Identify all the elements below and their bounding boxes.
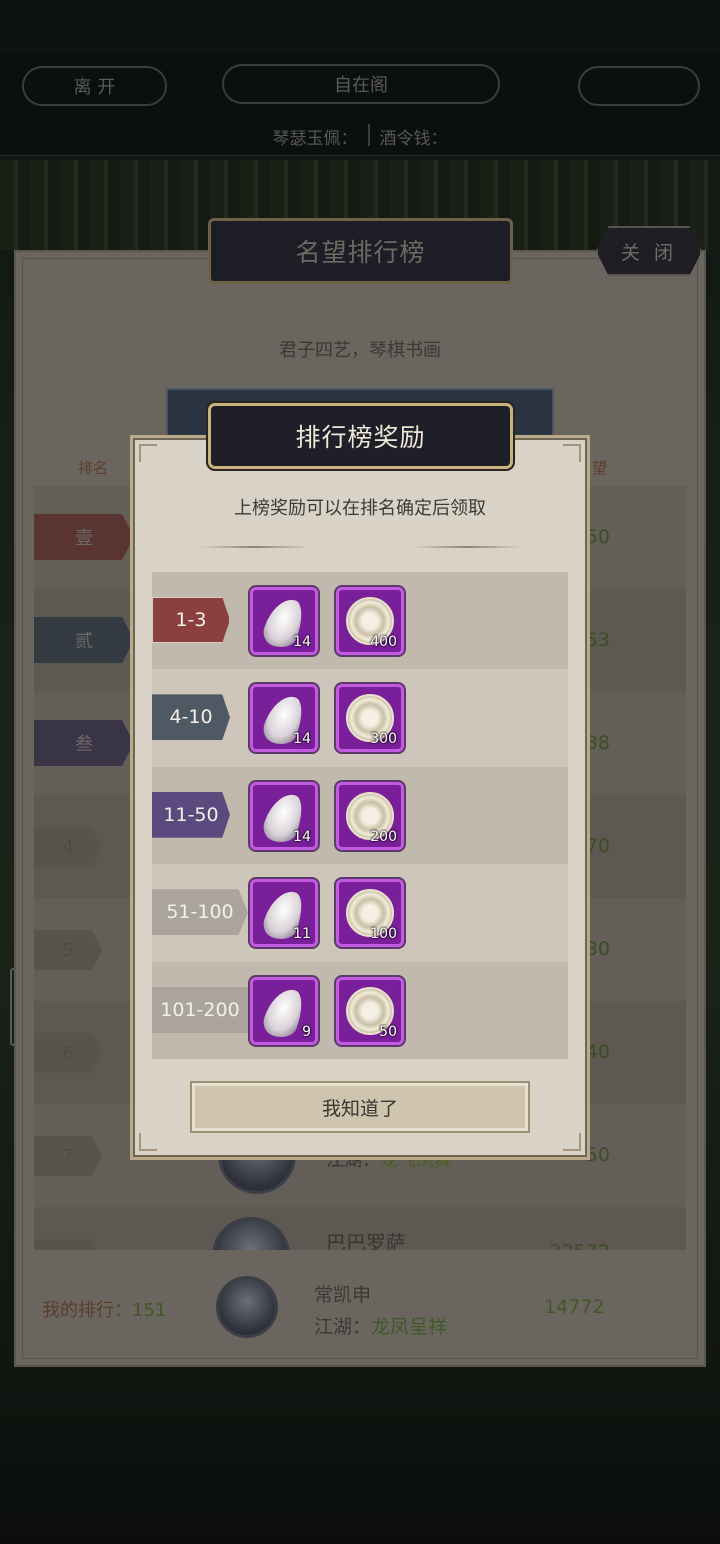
reward-row: 4-10 14 300 bbox=[152, 669, 568, 767]
reward-item[interactable]: 50 bbox=[336, 976, 404, 1045]
reward-row: 51-100 11 100 bbox=[152, 864, 568, 962]
corner-ornament bbox=[563, 1133, 581, 1151]
tier-badge: 101-200 bbox=[152, 986, 248, 1033]
side-handle[interactable] bbox=[10, 968, 16, 1046]
reward-item[interactable]: 11 bbox=[250, 879, 318, 948]
tier-badge: 4-10 bbox=[152, 694, 230, 741]
column-score-header: 望 bbox=[592, 459, 608, 477]
reward-item[interactable]: 14 bbox=[250, 684, 318, 753]
my-avatar[interactable] bbox=[216, 1276, 278, 1338]
ranking-subtitle: 君子四艺，琴棋书画 bbox=[279, 340, 441, 361]
currency-bar: 琴瑟玉佩： 酒令钱： bbox=[0, 124, 720, 149]
item-quantity: 14 bbox=[293, 634, 311, 650]
row-name: 巴巴罗萨 bbox=[326, 1231, 406, 1250]
rank-number: 6 bbox=[34, 1033, 102, 1073]
corner-ornament bbox=[139, 1133, 157, 1151]
item-quantity: 9 bbox=[302, 1023, 311, 1040]
row-score: 22572 bbox=[550, 1241, 610, 1250]
currency-jade-label: 琴瑟玉佩： bbox=[272, 129, 358, 149]
top-bar: 离 开 自在阁 琴瑟玉佩： 酒令钱： bbox=[0, 52, 720, 156]
close-button[interactable]: 关 闭 bbox=[596, 226, 702, 276]
rank-number: 4 bbox=[34, 827, 102, 867]
corner-ornament bbox=[139, 444, 157, 462]
reward-list: 1-3 14 400 4-10 14 300 11-50 14 200 51-1… bbox=[152, 572, 568, 1059]
rank-badge: 壹 bbox=[34, 514, 134, 560]
my-rank-value: 151 bbox=[132, 1300, 167, 1321]
reward-description: 上榜奖励可以在排名确定后领取 bbox=[234, 498, 486, 519]
reward-item[interactable]: 200 bbox=[336, 781, 404, 850]
column-rank-header: 排名 bbox=[78, 459, 109, 477]
ranking-title-plaque: 名望排行榜 bbox=[208, 218, 513, 284]
my-title: 江湖：龙凤呈祥 bbox=[314, 1312, 447, 1339]
item-quantity: 200 bbox=[370, 828, 397, 845]
my-title-value: 龙凤呈祥 bbox=[371, 1316, 448, 1338]
tier-badge: 51-100 bbox=[152, 889, 248, 936]
location-title: 自在阁 bbox=[222, 64, 500, 104]
my-rank-caption: 我的排行： bbox=[42, 1300, 132, 1321]
item-quantity: 14 bbox=[293, 731, 311, 748]
tier-badge: 1-3 bbox=[152, 597, 230, 643]
item-quantity: 400 bbox=[370, 634, 397, 650]
my-name: 常凯申 bbox=[314, 1284, 372, 1306]
divider-ornament-left bbox=[200, 546, 310, 548]
reward-title-plaque: 排行榜奖励 bbox=[208, 403, 513, 469]
reward-item[interactable]: 400 bbox=[336, 587, 404, 655]
my-rank-label: 我的排行：151 bbox=[42, 1296, 166, 1322]
divider-ornament-right bbox=[412, 546, 522, 548]
rank-number: 8 bbox=[34, 1239, 102, 1250]
reward-row: 101-200 9 50 bbox=[152, 961, 568, 1059]
item-quantity: 50 bbox=[379, 1023, 397, 1040]
my-score: 14772 bbox=[544, 1296, 605, 1318]
rank-badge: 叁 bbox=[34, 720, 134, 766]
reward-item[interactable]: 9 bbox=[250, 976, 318, 1045]
rank-number: 5 bbox=[34, 930, 102, 970]
avatar bbox=[212, 1217, 290, 1250]
item-quantity: 100 bbox=[370, 926, 397, 943]
reward-row: 11-50 14 200 bbox=[152, 766, 568, 865]
leave-button[interactable]: 离 开 bbox=[22, 66, 167, 106]
tier-badge: 11-50 bbox=[152, 791, 230, 838]
reward-title: 排行榜奖励 bbox=[295, 423, 426, 452]
reward-item[interactable]: 14 bbox=[250, 587, 318, 655]
currency-coin-label: 酒令钱： bbox=[379, 129, 448, 149]
my-rank-bar: 我的排行：151 常凯申 江湖：龙凤呈祥 14772 bbox=[20, 1256, 700, 1360]
reward-item[interactable]: 300 bbox=[336, 684, 404, 753]
rank-badge: 贰 bbox=[34, 617, 134, 663]
ranking-title: 名望排行榜 bbox=[295, 238, 426, 267]
reward-item[interactable]: 100 bbox=[336, 879, 404, 948]
item-quantity: 300 bbox=[370, 731, 397, 748]
my-title-prefix: 江湖： bbox=[314, 1316, 372, 1338]
item-quantity: 11 bbox=[293, 926, 311, 943]
currency-divider bbox=[367, 124, 370, 146]
ranking-row[interactable]: 8 巴巴罗萨 22572 bbox=[34, 1207, 686, 1250]
item-quantity: 14 bbox=[293, 828, 311, 845]
reward-item[interactable]: 14 bbox=[250, 781, 318, 850]
corner-ornament bbox=[563, 444, 581, 462]
top-right-button[interactable] bbox=[578, 66, 700, 106]
confirm-button[interactable]: 我知道了 bbox=[190, 1081, 530, 1133]
rank-number: 7 bbox=[34, 1136, 102, 1176]
reward-row: 1-3 14 400 bbox=[152, 572, 568, 670]
